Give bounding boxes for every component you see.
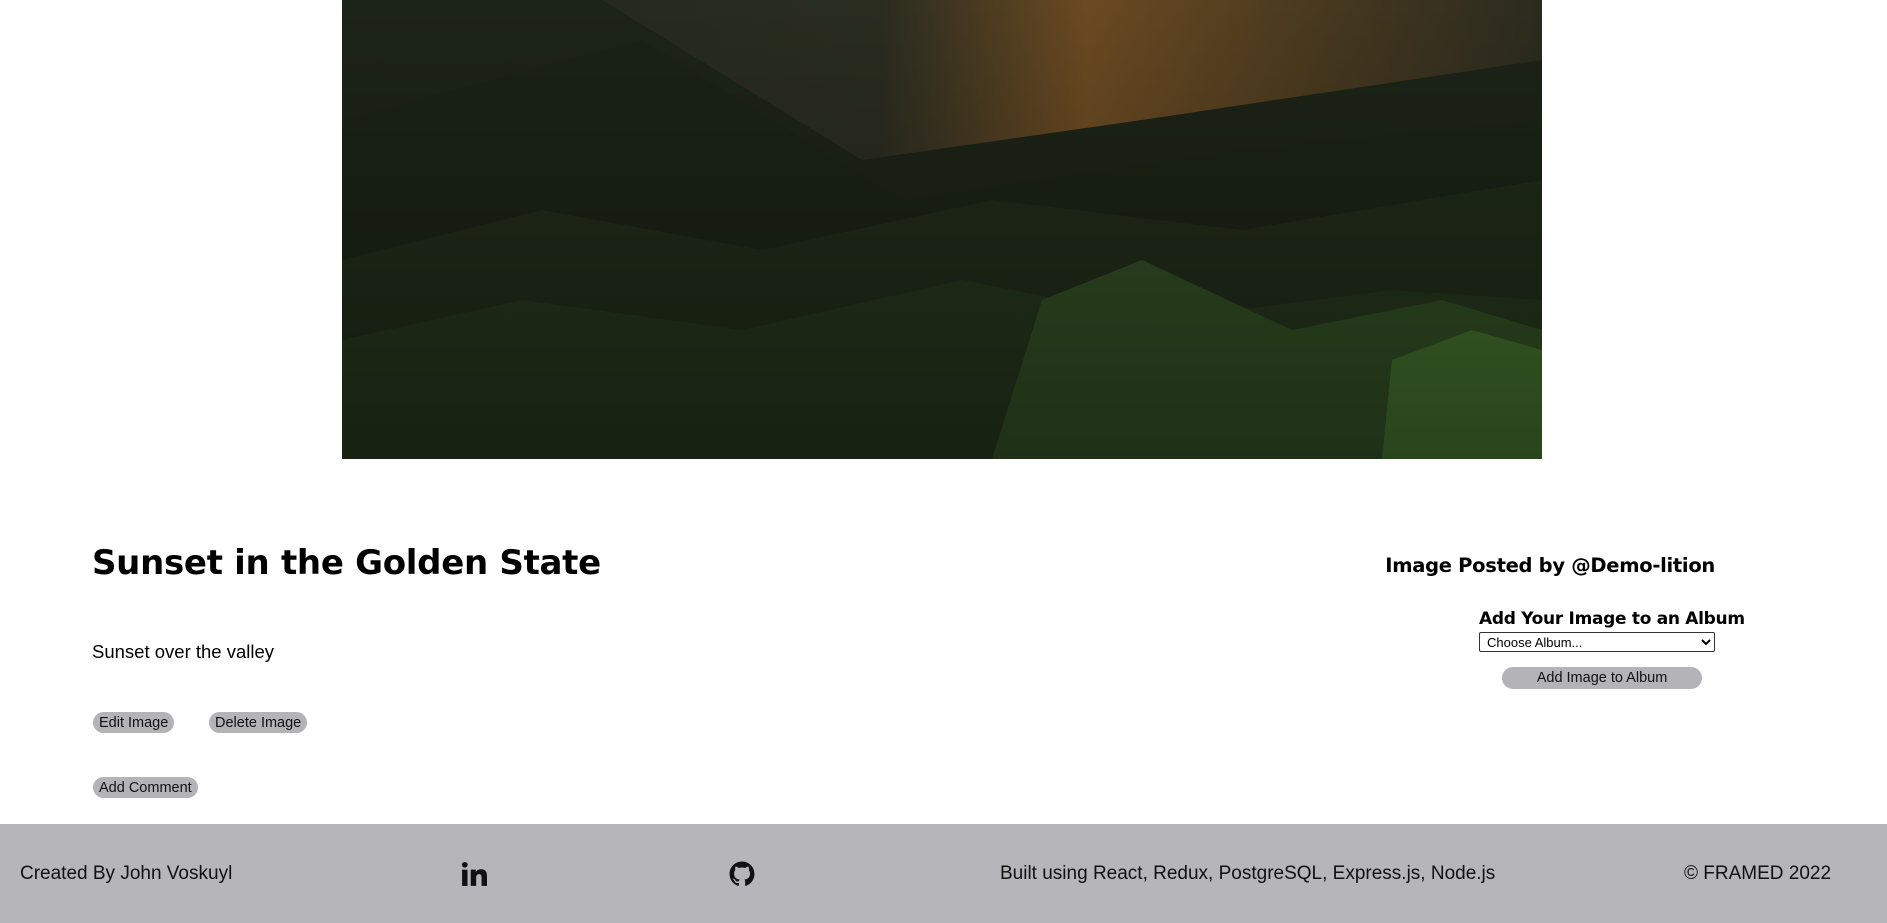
post-image	[342, 0, 1542, 459]
album-select[interactable]: Choose Album...	[1479, 632, 1715, 652]
linkedin-glyph	[461, 861, 487, 886]
linkedin-icon[interactable]	[461, 861, 487, 887]
forest-sunset-photo	[342, 0, 1542, 459]
footer-credit: Created By John Voskuyl	[20, 863, 233, 884]
github-glyph	[729, 861, 755, 886]
footer: Created By John Voskuyl Built using Reac…	[0, 824, 1887, 923]
edit-image-button[interactable]: Edit Image	[93, 712, 175, 733]
add-comment-button[interactable]: Add Comment	[93, 777, 198, 798]
footer-copyright: © FRAMED 2022	[1684, 863, 1832, 884]
album-heading: Add Your Image to an Album	[1479, 609, 1745, 629]
posted-by-label: Image Posted by @Demo-lition	[1385, 554, 1715, 577]
image-title: Sunset in the Golden State	[92, 543, 601, 583]
github-icon[interactable]	[729, 861, 755, 887]
add-image-to-album-button[interactable]: Add Image to Album	[1502, 667, 1702, 689]
delete-image-button[interactable]: Delete Image	[209, 712, 308, 733]
album-form: Add Your Image to an Album Choose Album.…	[1479, 609, 1745, 652]
footer-tech-stack: Built using React, Redux, PostgreSQL, Ex…	[1000, 863, 1496, 884]
image-description: Sunset over the valley	[92, 641, 275, 662]
